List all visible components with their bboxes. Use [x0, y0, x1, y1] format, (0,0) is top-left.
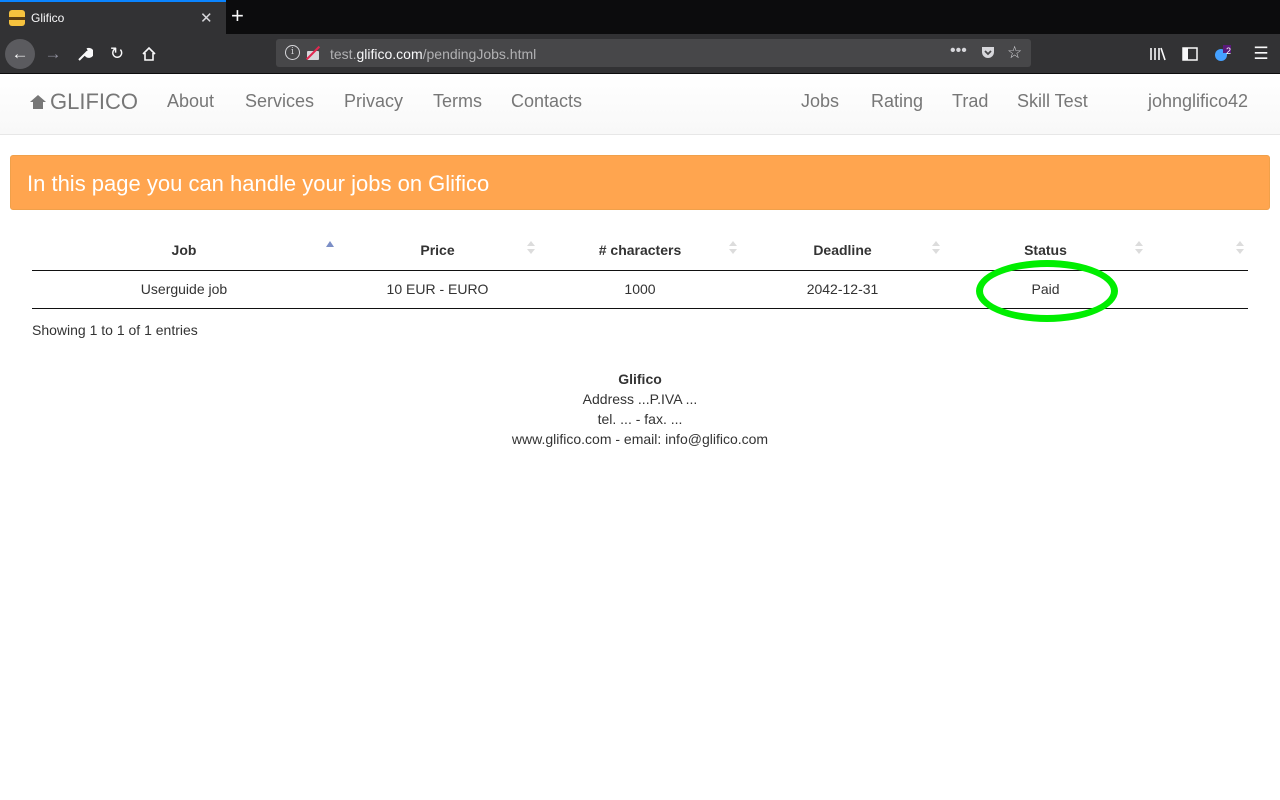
- browser-toolbar: ← → ↻ i test.glifico.com/pendingJobs.htm…: [0, 34, 1280, 74]
- nav-jobs[interactable]: Jobs: [801, 91, 839, 112]
- sidebar-icon[interactable]: [1175, 39, 1205, 69]
- column-header-action[interactable]: [1147, 230, 1248, 271]
- column-header-job[interactable]: Job: [32, 230, 336, 271]
- brand-label: GLIFICO: [50, 89, 139, 114]
- table-info: Showing 1 to 1 of 1 entries: [32, 322, 198, 338]
- browser-tab[interactable]: Glifico ✕: [0, 0, 226, 34]
- home-icon[interactable]: [134, 39, 164, 69]
- nav-services[interactable]: Services: [245, 91, 314, 112]
- cell-deadline: 2042-12-31: [741, 270, 944, 309]
- info-alert: In this page you can handle your jobs on…: [10, 155, 1270, 210]
- page-info-icon[interactable]: i: [285, 45, 300, 60]
- footer-contact: www.glifico.com - email: info@glifico.co…: [511, 431, 769, 447]
- footer: Glifico Address ...P.IVA ... tel. ... - …: [0, 369, 1280, 449]
- extension-icon[interactable]: 2: [1207, 39, 1237, 69]
- pocket-icon[interactable]: [980, 45, 996, 65]
- notification-badge: 2: [1226, 46, 1232, 56]
- sort-icon: [729, 241, 737, 257]
- close-tab-icon[interactable]: ✕: [200, 9, 213, 27]
- home-icon: [30, 95, 46, 109]
- brand-link[interactable]: GLIFICO: [30, 89, 138, 115]
- bookmark-star-icon[interactable]: ☆: [1007, 43, 1022, 63]
- cell-action: [1147, 270, 1248, 309]
- sort-icon: [1135, 241, 1143, 257]
- footer-phone: tel. ... - fax. ...: [597, 411, 683, 427]
- cell-job: Userguide job: [32, 270, 336, 309]
- back-arrow-icon[interactable]: ←: [5, 39, 35, 69]
- site-favicon-icon: [9, 10, 25, 26]
- nav-trad[interactable]: Trad: [952, 91, 988, 112]
- library-icon[interactable]: [1143, 39, 1173, 69]
- new-tab-icon[interactable]: +: [231, 3, 244, 29]
- site-navbar: GLIFICO About Services Privacy Terms Con…: [0, 74, 1280, 135]
- wrench-icon[interactable]: [70, 39, 100, 69]
- nav-contacts[interactable]: Contacts: [511, 91, 582, 112]
- nav-privacy[interactable]: Privacy: [344, 91, 403, 112]
- tab-title: Glifico: [31, 11, 65, 25]
- nav-terms[interactable]: Terms: [433, 91, 482, 112]
- sort-icon: [932, 241, 940, 257]
- cell-price: 10 EUR - EURO: [336, 270, 539, 309]
- alert-text: In this page you can handle your jobs on…: [27, 171, 490, 196]
- column-header-price[interactable]: Price: [336, 230, 539, 271]
- reload-icon[interactable]: ↻: [102, 39, 132, 69]
- footer-company-name: Glifico: [618, 371, 662, 387]
- nav-skill-test[interactable]: Skill Test: [1017, 91, 1088, 112]
- address-bar[interactable]: i test.glifico.com/pendingJobs.html ••• …: [276, 39, 1031, 67]
- nav-about[interactable]: About: [167, 91, 214, 112]
- insecure-lock-icon[interactable]: [305, 45, 321, 61]
- nav-username[interactable]: johnglifico42: [1148, 91, 1248, 112]
- forward-arrow-icon[interactable]: →: [38, 39, 68, 69]
- sort-asc-icon: [326, 241, 334, 247]
- browser-tab-bar: Glifico ✕ +: [0, 0, 1280, 34]
- column-header-characters[interactable]: # characters: [539, 230, 741, 271]
- cell-characters: 1000: [539, 270, 741, 309]
- footer-address: Address ...P.IVA ...: [582, 391, 698, 407]
- sort-icon: [527, 241, 535, 257]
- url-text: test.glifico.com/pendingJobs.html: [330, 46, 537, 62]
- menu-icon[interactable]: ☰: [1246, 39, 1276, 69]
- sort-icon: [1236, 241, 1244, 257]
- nav-rating[interactable]: Rating: [871, 91, 923, 112]
- page-actions-icon[interactable]: •••: [950, 42, 967, 60]
- column-header-deadline[interactable]: Deadline: [741, 230, 944, 271]
- status-highlight-ellipse: [976, 260, 1118, 322]
